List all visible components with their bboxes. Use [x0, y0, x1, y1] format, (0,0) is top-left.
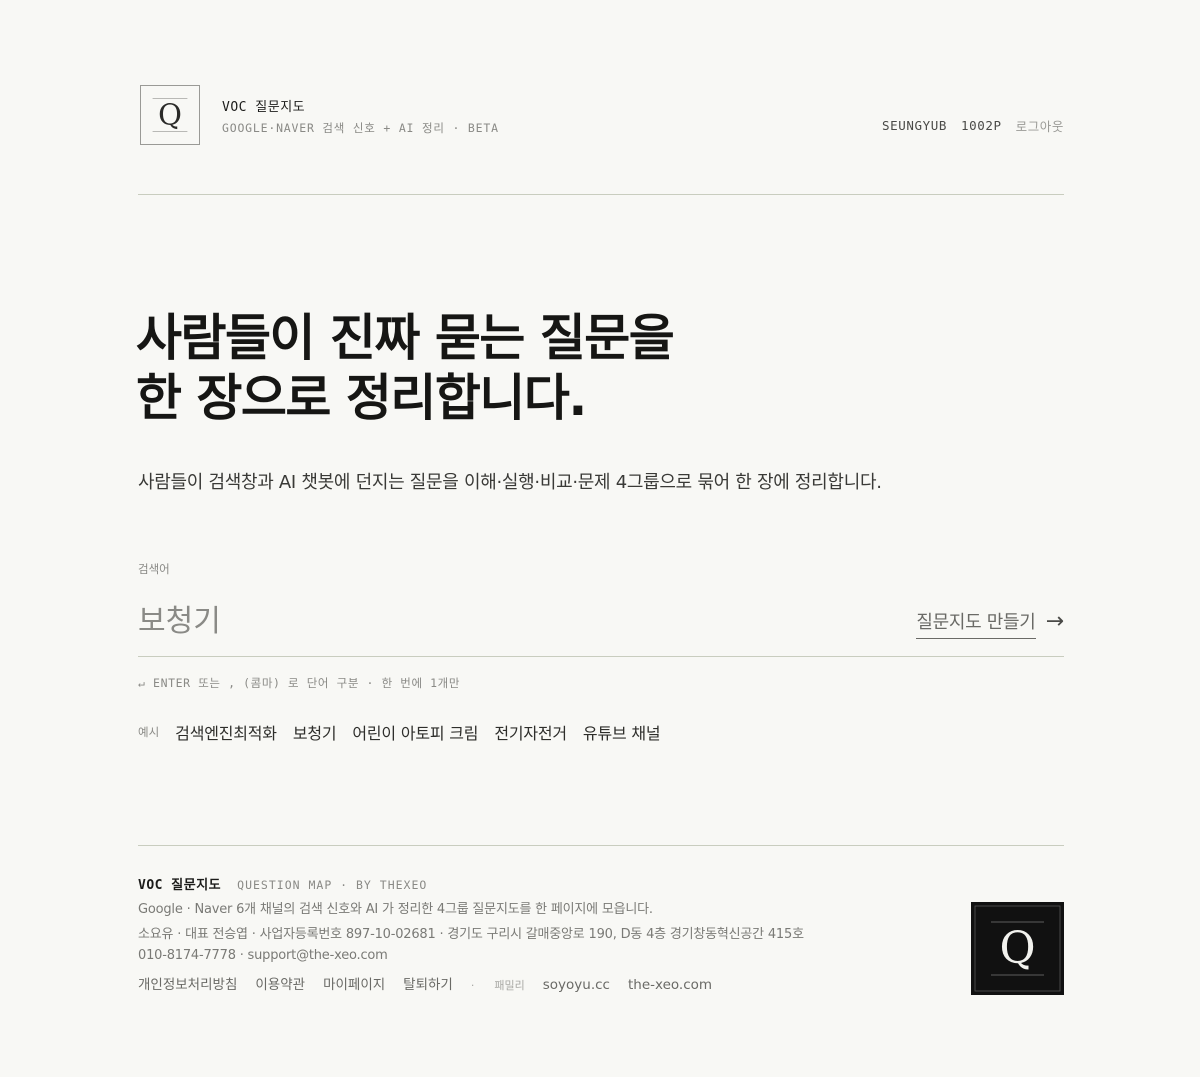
brand-title: VOC 질문지도 — [222, 100, 306, 115]
make-map-button-label: 질문지도 만들기 — [916, 608, 1036, 639]
search-row: 질문지도 만들기 → — [138, 592, 1064, 657]
footer-description: Google · Naver 6개 채널의 검색 신호와 AI 가 정리한 4그… — [138, 902, 653, 917]
hero-title: 사람들이 진짜 묻는 질문을 한 장으로 정리합니다. — [136, 308, 675, 428]
family-link-thexeo[interactable]: the-xeo.com — [628, 977, 712, 993]
q-logo-icon: Q — [974, 905, 1061, 992]
family-link-soyoyu[interactable]: soyoyu.cc — [543, 977, 610, 993]
example-chip[interactable]: 검색엔진최적화 — [175, 720, 277, 744]
hero-description: 사람들이 검색창과 AI 챗봇에 던지는 질문을 이해·실행·비교·문제 4그룹… — [138, 472, 882, 493]
family-separator: · — [470, 979, 475, 992]
mypage-link[interactable]: 마이페이지 — [323, 973, 385, 993]
footer-contact: 010-8174-7778 · support@the-xeo.com — [138, 948, 388, 963]
search-hint: ↵ ENTER 또는 , (콤마) 로 단어 구분 · 한 번에 1개만 — [138, 676, 461, 690]
example-chip[interactable]: 유튜브 채널 — [583, 720, 661, 744]
hero-title-line2: 한 장으로 정리합니다. — [136, 369, 587, 427]
page: Q VOC 질문지도 GOOGLE·NAVER 검색 신호 + AI 정리 · … — [0, 0, 1200, 1077]
make-map-button[interactable]: 질문지도 만들기 → — [916, 608, 1064, 639]
footer-links: 개인정보처리방침 이용약관 마이페이지 탈퇴하기 · 패밀리 soyoyu.cc… — [138, 973, 712, 993]
q-logo-icon: Q — [152, 98, 188, 132]
examples: 예시 검색엔진최적화 보청기 어린이 아토피 크림 전기자전거 유튜브 채널 — [138, 720, 661, 744]
footer-logo-letter: Q — [999, 923, 1035, 974]
example-chip[interactable]: 보청기 — [293, 720, 337, 744]
terms-link[interactable]: 이용약관 — [255, 973, 305, 993]
user-points: 1002P — [960, 118, 1002, 133]
header: Q VOC 질문지도 GOOGLE·NAVER 검색 신호 + AI 정리 · … — [138, 84, 1064, 148]
logo-letter: Q — [158, 98, 182, 132]
footer-title: VOC 질문지도 QUESTION MAP · BY THEXEO — [138, 874, 427, 893]
example-chip[interactable]: 전기자전거 — [494, 720, 567, 744]
footer-divider — [138, 845, 1064, 846]
withdraw-link[interactable]: 탈퇴하기 — [403, 973, 453, 993]
arrow-right-icon: → — [1045, 609, 1064, 634]
brand-logo[interactable]: Q — [140, 85, 200, 145]
search-label: 검색어 — [138, 562, 170, 576]
user-name: SEUNGYUB — [881, 118, 947, 133]
footer-logo: Q — [971, 902, 1064, 995]
logout-link[interactable]: 로그아웃 — [1016, 116, 1064, 135]
search-input[interactable] — [138, 594, 838, 642]
family-label: 패밀리 — [494, 979, 525, 992]
user-area: SEUNGYUB 1002P 로그아웃 — [882, 116, 1064, 135]
footer-company-info: 소요유 · 대표 전승엽 · 사업자등록번호 897-10-02681 · 경기… — [138, 927, 804, 942]
hero-title-line1: 사람들이 진짜 묻는 질문을 — [136, 309, 675, 367]
examples-label: 예시 — [138, 725, 160, 739]
privacy-policy-link[interactable]: 개인정보처리방침 — [138, 973, 237, 993]
footer-tagline: QUESTION MAP · BY THEXEO — [237, 878, 428, 892]
header-divider — [138, 194, 1064, 195]
brand-subtitle: GOOGLE·NAVER 검색 신호 + AI 정리 · BETA — [222, 121, 499, 135]
footer-brand: VOC 질문지도 — [138, 878, 222, 893]
example-chip[interactable]: 어린이 아토피 크림 — [352, 720, 478, 744]
